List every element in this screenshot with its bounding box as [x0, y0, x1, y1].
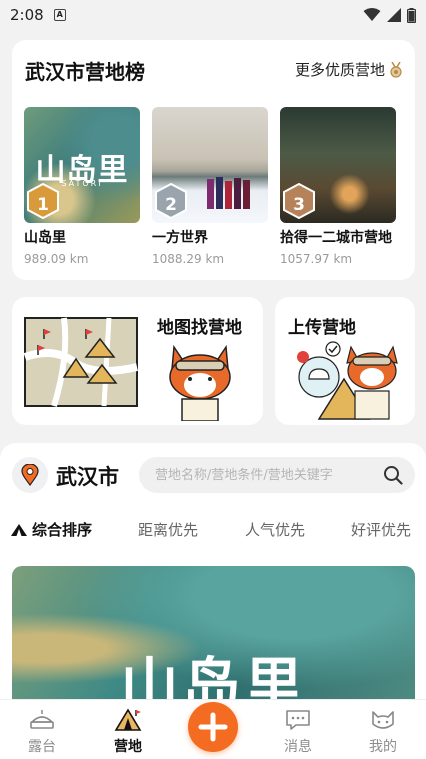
- ranking-title: 武汉市营地榜: [25, 60, 145, 84]
- camp-photo: 2: [152, 107, 268, 223]
- more-camps-link[interactable]: 更多优质营地: [295, 59, 403, 80]
- camp-name: 一方世界: [152, 230, 208, 246]
- cell-signal-icon: [387, 8, 401, 22]
- fox-mascot-icon: [169, 344, 231, 421]
- upload-camp-card[interactable]: 上传营地: [275, 297, 415, 425]
- battery-icon: [407, 7, 416, 23]
- tab-terrace[interactable]: 露台: [12, 706, 72, 756]
- plus-icon: [198, 712, 228, 742]
- tab-label: 我的: [369, 739, 397, 755]
- camp-distance: 1057.97 km: [280, 252, 353, 266]
- cat-face-icon: [372, 711, 394, 729]
- upload-mascot-icon: [297, 341, 398, 420]
- camp-photo: 山岛里 SATORI 1: [24, 107, 140, 223]
- tab-camp[interactable]: 营地: [98, 706, 158, 756]
- add-button[interactable]: [188, 702, 238, 752]
- rank-number: 2: [165, 195, 177, 215]
- ranking-item-1[interactable]: 山岛里 SATORI 1 山岛里 989.09 km: [24, 107, 142, 266]
- status-right: [363, 7, 416, 23]
- rank-number: 3: [293, 195, 305, 215]
- tent-icon: [11, 523, 27, 536]
- ranking-item-2[interactable]: 2 一方世界 1088.29 km: [152, 107, 270, 266]
- sort-tab-distance[interactable]: 距离优先: [138, 519, 198, 540]
- map-illustration-icon: [24, 317, 138, 407]
- location-pin-icon: [21, 464, 39, 486]
- tent-platform-icon: [30, 710, 54, 729]
- tab-label: 营地: [114, 739, 142, 755]
- status-time: 2:08: [10, 6, 44, 24]
- rank-number: 1: [37, 195, 49, 215]
- more-camps-label: 更多优质营地: [294, 61, 385, 79]
- camp-banner-image[interactable]: 山岛里: [12, 566, 415, 716]
- sort-tabs: 综合排序 距离优先 人气优先 好评优先: [0, 519, 426, 543]
- sim-notification-icon: A: [53, 9, 66, 21]
- upload-camp-title: 上传营地: [288, 318, 356, 338]
- sort-tab-popularity[interactable]: 人气优先: [245, 519, 305, 540]
- search-input[interactable]: [155, 457, 365, 493]
- status-bar: 2:08 A: [0, 0, 426, 30]
- map-find-camp-card[interactable]: 地图找营地: [12, 297, 263, 425]
- wifi-icon: [363, 8, 381, 21]
- tab-label: 露台: [28, 739, 56, 755]
- camp-distance: 989.09 km: [24, 252, 89, 266]
- medal-icon: [390, 61, 402, 78]
- map-find-camp-title: 地图找营地: [157, 318, 242, 338]
- sort-tab-rating[interactable]: 好评优先: [351, 519, 411, 540]
- sort-tab-label: 综合排序: [32, 521, 93, 539]
- bottles-decor: [207, 177, 250, 209]
- location-button[interactable]: [12, 457, 48, 493]
- camp-distance: 1088.29 km: [152, 252, 225, 266]
- city-name[interactable]: 武汉市: [56, 461, 119, 491]
- tab-messages[interactable]: 消息: [268, 706, 328, 756]
- camp-name: 山岛里: [24, 230, 66, 246]
- chat-bubble-icon: [286, 710, 310, 730]
- ranking-item-3[interactable]: 3 拾得一二城市营地 1057.97 km: [280, 107, 398, 266]
- camp-tent-icon: [114, 708, 142, 731]
- ranking-card: 武汉市营地榜 更多优质营地 山岛里 SATORI 1 山岛里 989.09 km…: [12, 40, 415, 280]
- tab-label: 消息: [284, 739, 312, 755]
- camp-photo: 3: [280, 107, 396, 223]
- sort-tab-comprehensive[interactable]: 综合排序: [10, 519, 92, 540]
- camp-name: 拾得一二城市营地: [280, 230, 392, 246]
- search-bar[interactable]: [139, 457, 415, 493]
- search-icon[interactable]: [383, 465, 403, 485]
- tab-me[interactable]: 我的: [353, 706, 413, 756]
